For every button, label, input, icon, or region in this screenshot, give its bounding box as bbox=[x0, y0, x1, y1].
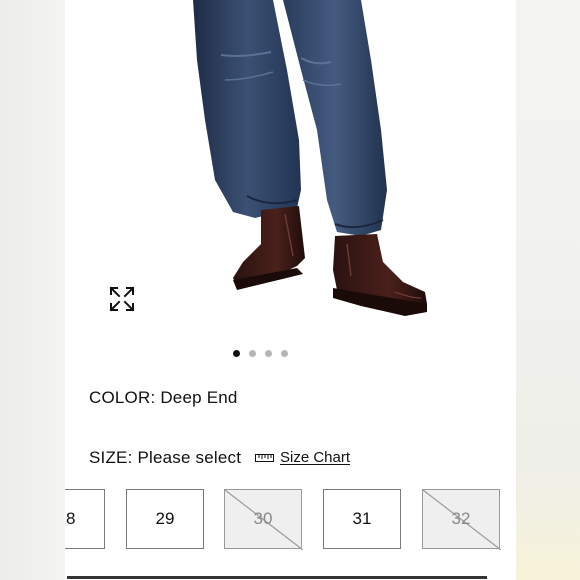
size-value: Please select bbox=[137, 448, 242, 467]
size-option-28[interactable]: 28 bbox=[65, 489, 105, 549]
ruler-icon bbox=[255, 453, 274, 462]
product-panel: COLOR: Deep End SIZE: Please select Size… bbox=[65, 0, 516, 580]
add-to-bag-button-edge[interactable] bbox=[67, 576, 487, 579]
size-option-30[interactable]: 30 bbox=[224, 489, 303, 550]
background-left bbox=[0, 0, 65, 580]
size-option-31[interactable]: 31 bbox=[323, 489, 401, 549]
product-gallery[interactable] bbox=[65, 0, 516, 340]
size-option-label: 32 bbox=[451, 509, 471, 528]
size-option-label: 28 bbox=[65, 509, 76, 528]
size-option-label: 30 bbox=[253, 509, 273, 528]
background-right bbox=[516, 0, 580, 580]
size-option-label: 29 bbox=[155, 509, 175, 528]
color-label: COLOR: bbox=[89, 388, 156, 407]
expand-arrows-icon bbox=[109, 286, 135, 312]
size-chart-link[interactable]: Size Chart bbox=[255, 449, 350, 466]
color-selection: COLOR: Deep End bbox=[89, 388, 238, 408]
expand-image-button[interactable] bbox=[107, 284, 137, 314]
color-value: Deep End bbox=[160, 388, 238, 407]
size-selection: SIZE: Please select bbox=[89, 448, 241, 468]
carousel-dot-2[interactable] bbox=[248, 350, 256, 357]
size-label: SIZE: bbox=[89, 448, 133, 467]
size-chart-label: Size Chart bbox=[280, 449, 351, 466]
size-option-label: 31 bbox=[352, 509, 372, 528]
carousel-dot-3[interactable] bbox=[264, 350, 272, 357]
size-option-32[interactable]: 32 bbox=[422, 489, 501, 550]
size-option-29[interactable]: 29 bbox=[126, 489, 204, 549]
carousel-dot-4[interactable] bbox=[280, 350, 288, 357]
size-options: 28 29 30 31 32 bbox=[65, 489, 516, 551]
carousel-dots bbox=[65, 350, 455, 357]
carousel-dot-1[interactable] bbox=[232, 350, 240, 357]
